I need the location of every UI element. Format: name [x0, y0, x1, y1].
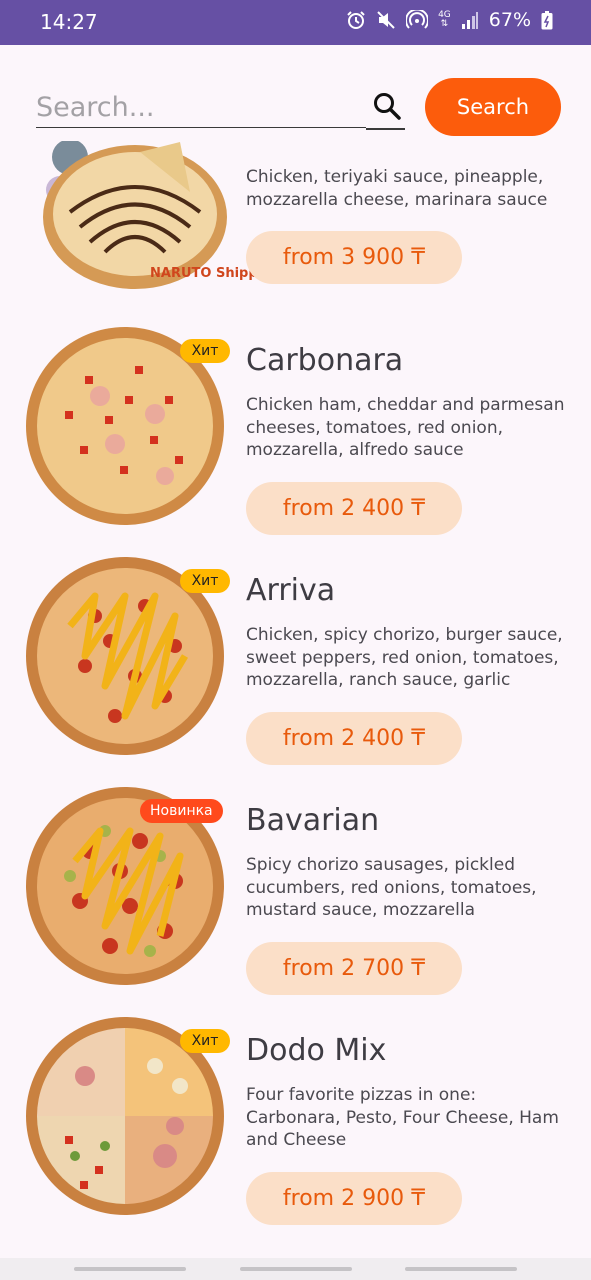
pizza-description: Chicken ham, cheddar and parmesan cheese…: [246, 395, 565, 460]
pizza-item[interactable]: Хит Dodo Mix Four favorite pizzas in one…: [0, 1016, 591, 1246]
pizza-description: Four favorite pizzas in one: Carbonara, …: [246, 1085, 559, 1150]
pizza-description: Chicken, spicy chorizo, burger sauce, sw…: [246, 625, 563, 690]
battery-icon: [541, 10, 553, 29]
pizza-name: Carbonara: [246, 343, 404, 378]
mute-icon: [377, 11, 395, 29]
badge-hit: Хит: [180, 339, 230, 363]
alarm-icon: [347, 11, 365, 29]
status-bar: 14:27 4G ⇅ 67%: [0, 0, 591, 45]
signal-icon: [461, 12, 478, 29]
battery-percent: 67%: [488, 9, 531, 31]
price-button[interactable]: from 2 400 ₸: [246, 482, 462, 535]
search-input[interactable]: [36, 87, 366, 128]
status-time: 14:27: [40, 10, 98, 34]
badge-hit: Хит: [180, 569, 230, 593]
pizza-name: Arriva: [246, 573, 336, 608]
pizza-description: Chicken, teriyaki sauce, pineapple, mozz…: [246, 167, 548, 210]
search-button[interactable]: Search: [425, 78, 561, 136]
nav-back-button[interactable]: [405, 1267, 517, 1271]
pizza-list[interactable]: NARUTO Shippuden Chicken, teriyaki sauce…: [0, 0, 591, 1258]
pizza-name: Dodo Mix: [246, 1033, 387, 1068]
nav-recent-button[interactable]: [74, 1267, 186, 1271]
hotspot-icon: [406, 10, 429, 29]
pizza-description: Spicy chorizo sausages, pickled cucumber…: [246, 855, 537, 920]
search-underline: [366, 128, 405, 130]
badge-new: Новинка: [140, 799, 223, 823]
price-button[interactable]: from 2 400 ₸: [246, 712, 462, 765]
search-bar: Search: [0, 45, 591, 141]
price-button[interactable]: from 2 900 ₸: [246, 1172, 462, 1225]
search-icon[interactable]: [372, 91, 402, 121]
network-label: 4G: [438, 10, 451, 20]
badge-hit: Хит: [180, 1029, 230, 1053]
pizza-item[interactable]: Хит Carbonara Chicken ham, cheddar and p…: [0, 326, 591, 556]
price-button[interactable]: from 3 900 ₸: [246, 231, 462, 284]
status-icons: 4G ⇅ 67%: [346, 9, 553, 31]
pizza-item[interactable]: Новинка Bavarian Spicy chorizo sausages,…: [0, 786, 591, 1016]
nav-home-button[interactable]: [240, 1267, 352, 1271]
pizza-item[interactable]: Хит Arriva Chicken, spicy chorizo, burge…: [0, 556, 591, 786]
price-button[interactable]: from 2 700 ₸: [246, 942, 462, 995]
pizza-name: Bavarian: [246, 803, 380, 838]
network-4g-icon: 4G ⇅: [438, 10, 451, 29]
navigation-bar: [0, 1258, 591, 1280]
